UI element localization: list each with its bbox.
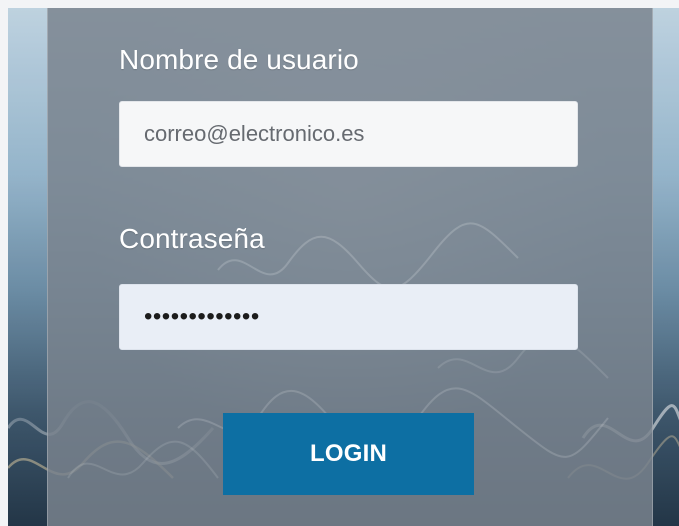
login-panel: Nombre de usuario Contraseña LOGIN bbox=[47, 8, 653, 526]
password-label: Contraseña bbox=[119, 223, 265, 254]
username-label: Nombre de usuario bbox=[119, 44, 359, 75]
login-button[interactable]: LOGIN bbox=[223, 413, 474, 495]
password-input[interactable] bbox=[119, 284, 578, 350]
username-input[interactable] bbox=[119, 101, 578, 167]
